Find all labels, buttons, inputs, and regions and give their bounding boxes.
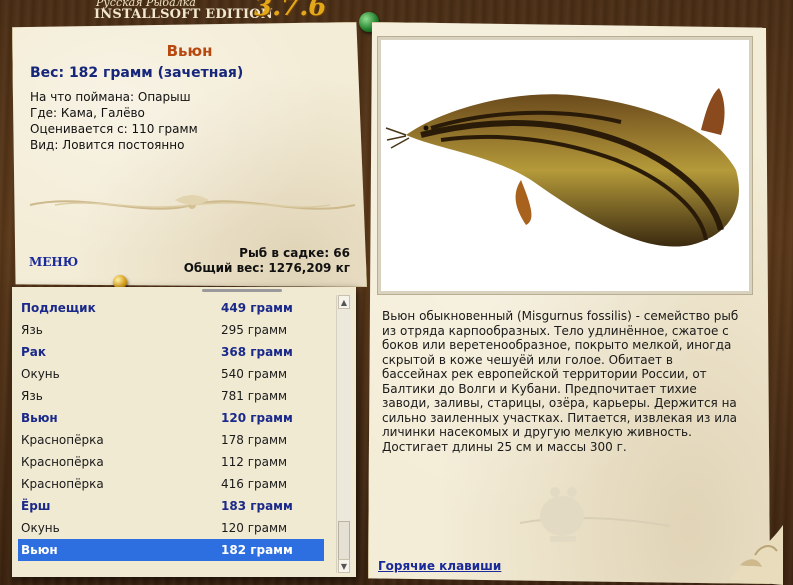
total-weight: Общий вес: 1276,209 кг (183, 261, 350, 275)
list-item-fish-name: Подлещик (21, 301, 96, 315)
loach-fish-image (385, 88, 739, 247)
detail-type: Вид: Ловится постоянно (30, 138, 185, 152)
fish-name-title: Вьюн (166, 42, 213, 60)
list-item-fish-name: Окунь (21, 521, 60, 535)
list-item-weight: 449 грамм (221, 301, 293, 315)
list-item-fish-name: Краснопёрка (21, 455, 104, 469)
list-item-fish-name: Рак (21, 345, 47, 359)
list-item-weight: 183 грамм (221, 499, 293, 513)
list-item-fish-name: Вьюн (21, 411, 58, 425)
hotkeys-link[interactable]: Горячие клавиши (378, 559, 501, 573)
scroll-thumb[interactable] (338, 521, 350, 561)
list-item-weight: 178 грамм (221, 433, 288, 447)
list-item-fish-name: Краснопёрка (21, 433, 104, 447)
scroll-up-arrow-icon[interactable]: ▲ (338, 295, 350, 309)
list-item[interactable]: Краснопёрка 416 грамм (18, 473, 324, 495)
detail-bait: На что поймана: Опарыш (30, 90, 191, 104)
page-curl-ornament-icon (730, 525, 783, 585)
angler-watermark-icon (520, 487, 670, 542)
detail-min-weight: Оценивается с: 110 грамм (30, 122, 198, 136)
list-scrollbar[interactable]: ▲ ▼ (336, 295, 351, 573)
list-item-weight: 120 грамм (221, 411, 293, 425)
fish-count: Рыб в садке: 66 (239, 246, 350, 260)
list-item[interactable]: Язь 295 грамм (18, 319, 324, 341)
list-item-fish-name: Краснопёрка (21, 477, 104, 491)
catch-list-panel: Подлещик 449 грамм Язь 295 грамм Рак 368 грам… (12, 287, 356, 577)
list-item[interactable]: Краснопёрка 178 грамм (18, 429, 324, 451)
list-item-fish-name: Окунь (21, 367, 60, 381)
list-item[interactable]: Окунь 540 грамм (18, 363, 324, 385)
list-item[interactable]: Подлещик 449 грамм (18, 297, 324, 319)
list-item[interactable]: Краснопёрка 112 грамм (18, 451, 324, 473)
list-item-weight: 781 грамм (221, 389, 288, 403)
list-item-fish-name: Ёрш (21, 499, 51, 513)
menu-link[interactable]: МЕНЮ (29, 255, 78, 269)
fish-weight: Вес: 182 грамм (зачетная) (30, 65, 244, 81)
scroll-down-arrow-icon[interactable]: ▼ (338, 559, 350, 573)
list-item[interactable]: Ёрш 183 грамм (18, 495, 324, 517)
header-version: 3.7.6 (254, 0, 327, 22)
header-edition: INSTALLSOFT EDITION (94, 7, 273, 22)
list-item[interactable]: Язь 781 грамм (18, 385, 324, 407)
list-item-weight: 182 грамм (221, 543, 293, 557)
list-item-weight: 295 грамм (221, 323, 288, 337)
list-item-weight: 120 грамм (221, 521, 288, 535)
detail-location: Где: Кама, Галёво (30, 106, 145, 120)
list-item-fish-name: Язь (21, 389, 43, 403)
list-item[interactable]: Окунь 120 грамм (18, 517, 324, 539)
fish-description: Вьюн обыкновенный (Misgurnus fossilis) -… (382, 309, 739, 454)
list-item[interactable]: Вьюн 120 грамм (18, 407, 324, 429)
fish-photo (378, 37, 752, 294)
hook-line (202, 289, 282, 292)
list-item[interactable]: Рак 368 грамм (18, 341, 324, 363)
catch-stats: Рыб в садке: 66 Общий вес: 1276,209 кг (150, 246, 350, 276)
list-item-weight: 368 грамм (221, 345, 293, 359)
ornament-divider (29, 195, 356, 210)
fish-details: На что поймана: Опарыш Где: Кама, Галёво… (30, 89, 198, 153)
list-item-weight: 540 грамм (221, 367, 288, 381)
list-item-fish-name: Язь (21, 323, 43, 337)
list-item[interactable]: Вьюн 182 грамм (18, 539, 324, 561)
list-item-weight: 112 грамм (221, 455, 288, 469)
catch-list: Подлещик 449 грамм Язь 295 грамм Рак 368 грам… (18, 297, 324, 561)
app-header: Русская Рыбалка INSTALLSOFT EDITION 3.7.… (92, 0, 332, 22)
list-item-weight: 416 грамм (221, 477, 288, 491)
list-item-fish-name: Вьюн (21, 543, 58, 557)
